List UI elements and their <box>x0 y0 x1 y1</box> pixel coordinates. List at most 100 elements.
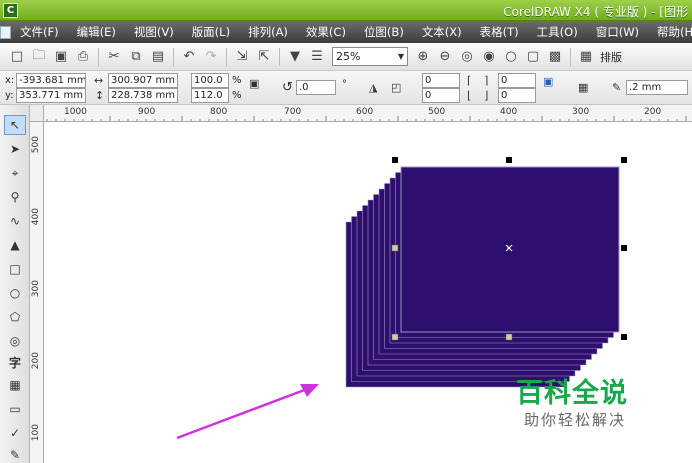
wrap-text-icon[interactable]: ▦ <box>578 80 588 95</box>
open-folder-icon[interactable]: 🗀 <box>28 46 50 68</box>
zoom-page-icon[interactable]: ○ <box>500 46 522 68</box>
height-field[interactable]: 228.738 mm <box>108 88 178 103</box>
smart-fill-tool-icon[interactable]: ▲ <box>4 235 26 255</box>
lock-ratio-icon[interactable]: ▣ <box>249 76 259 91</box>
resize-handle-top[interactable] <box>506 157 512 163</box>
toolbar-separator <box>173 47 174 66</box>
ruler-tick-label: 300 <box>31 280 41 298</box>
mirror-vertical-icon[interactable]: ◰ <box>391 80 401 95</box>
outline-width-select[interactable]: .2 mm <box>626 80 688 95</box>
zoom-width-icon[interactable]: ▢ <box>522 46 544 68</box>
toolbar-separator <box>98 47 99 66</box>
outline-pen-icon: ✎ <box>612 81 622 94</box>
zoom-height-icon[interactable]: ▩ <box>544 46 566 68</box>
menu-window[interactable]: 窗口(W) <box>587 21 648 43</box>
degree-label: ° <box>342 79 347 90</box>
y-label: y: <box>5 90 14 101</box>
zoom-all-objects-icon[interactable]: ◉ <box>478 46 500 68</box>
vertical-ruler[interactable]: 500 400 300 200 100 <box>30 122 44 463</box>
shape-tool-icon[interactable]: ➤ <box>4 139 26 159</box>
rotate-icon: ↺ <box>282 80 293 95</box>
print-icon[interactable]: ⎙ <box>72 46 94 68</box>
zoom-in-icon[interactable]: ⊕ <box>412 46 434 68</box>
corner-radius-bottom-left[interactable]: 0 <box>422 88 460 103</box>
x-label: x: <box>5 75 15 86</box>
pick-tool-icon[interactable]: ↖ <box>4 115 26 135</box>
freehand-tool-icon[interactable]: ∿ <box>4 211 26 231</box>
eyedropper-tool-icon[interactable]: ✓ <box>4 423 26 443</box>
copy-icon[interactable]: ⧉ <box>125 46 147 68</box>
table-tool-icon[interactable]: ▦ <box>4 375 26 395</box>
arrange-icon[interactable]: ▦ <box>575 46 597 68</box>
redo-icon[interactable]: ↷ <box>200 46 222 68</box>
menu-text[interactable]: 文本(X) <box>413 21 471 43</box>
coreldraw-app-icon[interactable]: C <box>3 3 18 18</box>
interactive-blend-tool-icon[interactable]: ▭ <box>4 399 26 419</box>
zoom-tool-icon[interactable]: ⚲ <box>4 187 26 207</box>
percent-label: % <box>232 75 242 86</box>
standard-toolbar: □ 🗀 ▣ ⎙ ✂ ⧉ ▤ ↶ ↷ ⇲ ⇱ ▼ ☰ 25% ▼ ⊕ ⊖ ◎ ◉ … <box>0 43 692 71</box>
crop-tool-icon[interactable]: ⌖ <box>4 163 26 183</box>
paste-icon[interactable]: ▤ <box>147 46 169 68</box>
export-icon[interactable]: ⇱ <box>253 46 275 68</box>
menu-layout[interactable]: 版面(L) <box>183 21 239 43</box>
corner-radius-bottom-right[interactable]: 0 <box>498 88 536 103</box>
welcome-screen-icon[interactable]: ☰ <box>306 46 328 68</box>
ruler-tick-label: 100 <box>31 424 41 442</box>
watermark-logo-text: 百科全说 <box>516 378 628 409</box>
menu-view[interactable]: 视图(V) <box>125 21 183 43</box>
cut-icon[interactable]: ✂ <box>103 46 125 68</box>
document-icon[interactable] <box>0 21 11 43</box>
toolbox: ↖ ➤ ⌖ ⚲ ∿ ▲ □ ○ ⬠ ◎ 字 ▦ ▭ ✓ ✎ <box>0 105 30 463</box>
arrange-label[interactable]: 排版 <box>600 49 622 65</box>
scale-height-field[interactable]: 112.0 <box>191 88 229 103</box>
basic-shapes-tool-icon[interactable]: ◎ <box>4 331 26 351</box>
application-launcher-icon[interactable]: ▼ <box>284 46 306 68</box>
zoom-out-icon[interactable]: ⊖ <box>434 46 456 68</box>
mirror-horizontal-icon[interactable]: ◮ <box>369 80 377 95</box>
new-document-icon[interactable]: □ <box>6 46 28 68</box>
rotation-angle-field[interactable]: .0 <box>296 80 336 95</box>
corner-radius-top-right[interactable]: 0 <box>498 73 536 88</box>
height-icon: ↕ <box>95 89 105 102</box>
resize-handle-bottom-right[interactable] <box>621 334 627 340</box>
menu-edit[interactable]: 编辑(E) <box>68 21 125 43</box>
contour-handle-bottom-left[interactable] <box>391 333 399 341</box>
ruler-origin-corner[interactable] <box>30 105 44 122</box>
resize-handle-top-right[interactable] <box>621 157 627 163</box>
window-title: CorelDRAW X4 ( 专业版 ) - [图形 <box>503 5 688 19</box>
menu-arrange[interactable]: 排列(A) <box>239 21 297 43</box>
menu-tools[interactable]: 工具(O) <box>528 21 587 43</box>
menu-help[interactable]: 帮助(H) <box>648 21 692 43</box>
horizontal-ruler[interactable]: 1000 900 800 700 600 500 400 300 200 <box>30 105 692 122</box>
menu-effects[interactable]: 效果(C) <box>297 21 355 43</box>
import-icon[interactable]: ⇲ <box>231 46 253 68</box>
title-bar: C CorelDRAW X4 ( 专业版 ) - [图形 <box>0 0 692 21</box>
menu-table[interactable]: 表格(T) <box>471 21 528 43</box>
contour-handle-bottom[interactable] <box>505 333 513 341</box>
scale-width-field[interactable]: 100.0 <box>191 73 229 88</box>
corner-bracket-icon: ⌈ <box>467 74 472 87</box>
rectangle-tool-icon[interactable]: □ <box>4 259 26 279</box>
menu-bitmaps[interactable]: 位图(B) <box>355 21 413 43</box>
menu-file[interactable]: 文件(F) <box>11 21 68 43</box>
resize-handle-top-left[interactable] <box>392 157 398 163</box>
y-position-field[interactable]: 353.771 mm <box>16 88 86 103</box>
polygon-tool-icon[interactable]: ⬠ <box>4 307 26 327</box>
width-field[interactable]: 300.907 mm <box>108 73 178 88</box>
resize-handle-right[interactable] <box>621 245 627 251</box>
ruler-ticks <box>37 116 687 121</box>
annotation-arrow-icon <box>176 384 319 440</box>
zoom-level-select[interactable]: 25% ▼ <box>332 47 408 66</box>
corner-radius-top-left[interactable]: 0 <box>422 73 460 88</box>
x-position-field[interactable]: -393.681 mm <box>16 73 86 88</box>
corner-bracket-icon: ⌉ <box>484 74 489 87</box>
outline-tool-icon[interactable]: ✎ <box>4 445 26 463</box>
zoom-selected-icon[interactable]: ◎ <box>456 46 478 68</box>
contour-handle-left[interactable] <box>391 244 399 252</box>
text-tool-icon[interactable]: 字 <box>4 352 26 372</box>
lock-corners-icon[interactable]: ▣ <box>543 74 553 89</box>
ellipse-tool-icon[interactable]: ○ <box>4 283 26 303</box>
undo-icon[interactable]: ↶ <box>178 46 200 68</box>
save-icon[interactable]: ▣ <box>50 46 72 68</box>
